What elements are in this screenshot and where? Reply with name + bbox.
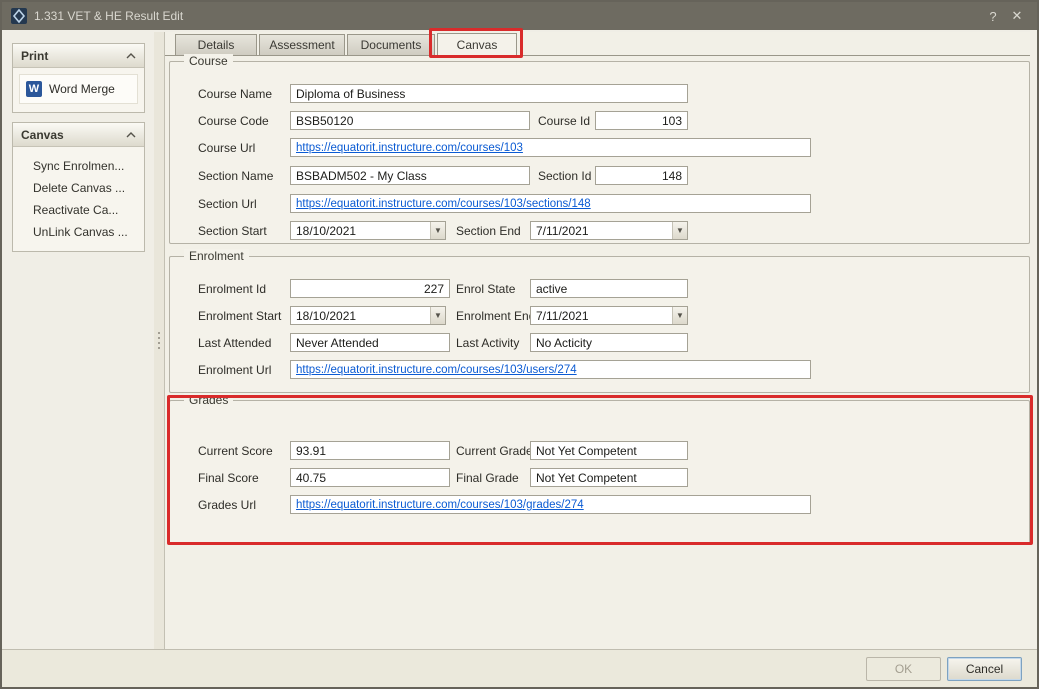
enrol-state-label: Enrol State: [456, 282, 515, 296]
print-panel: Print W Word Merge: [12, 43, 145, 113]
footer-bar: OK Cancel: [2, 649, 1037, 687]
course-url-link[interactable]: https://equatorit.instructure.com/course…: [296, 142, 523, 154]
grades-url-label: Grades Url: [198, 498, 256, 512]
current-grade-label: Current Grade: [456, 444, 533, 458]
window-title: 1.331 VET & HE Result Edit: [34, 9, 981, 23]
close-button[interactable]: ✕: [1005, 6, 1029, 26]
sidebar: Print W Word Merge Canvas Sync Enrolmen.…: [12, 43, 145, 261]
section-id-label: Section Id: [538, 169, 591, 183]
app-icon: [10, 8, 27, 25]
canvas-panel-title: Canvas: [21, 128, 64, 142]
main-area: Details Assessment Documents Canvas Cour…: [165, 32, 1030, 649]
current-score-label: Current Score: [198, 444, 273, 458]
canvas-panel: Canvas Sync Enrolmen... Delete Canvas ..…: [12, 122, 145, 252]
section-id-field[interactable]: [595, 166, 688, 185]
canvas-panel-header[interactable]: Canvas: [13, 123, 144, 147]
course-url-label: Course Url: [198, 141, 255, 155]
final-score-label: Final Score: [198, 471, 259, 485]
section-name-field[interactable]: [290, 166, 530, 185]
course-id-label: Course Id: [538, 114, 590, 128]
tab-documents[interactable]: Documents: [347, 34, 435, 55]
enrolment-start-label: Enrolment Start: [198, 309, 281, 323]
grades-group-caption: Grades: [184, 393, 233, 407]
section-name-label: Section Name: [198, 169, 273, 183]
sidebar-item-delete-canvas[interactable]: Delete Canvas ...: [19, 177, 138, 199]
help-button[interactable]: ?: [981, 6, 1005, 26]
enrolment-url-link[interactable]: https://equatorit.instructure.com/course…: [296, 364, 577, 376]
cancel-button[interactable]: Cancel: [947, 657, 1022, 681]
course-name-field[interactable]: [290, 84, 688, 103]
dropdown-arrow-icon[interactable]: ▼: [430, 222, 445, 239]
enrolment-end-label: Enrolment End: [456, 309, 535, 323]
splitter-handle[interactable]: [154, 32, 165, 649]
section-url-link[interactable]: https://equatorit.instructure.com/course…: [296, 198, 591, 210]
enrol-state-field[interactable]: [530, 279, 688, 298]
last-activity-field[interactable]: [530, 333, 688, 352]
last-attended-field[interactable]: [290, 333, 450, 352]
section-end-picker[interactable]: 7/11/2021 ▼: [530, 221, 688, 240]
word-merge-label: Word Merge: [49, 82, 115, 96]
dropdown-arrow-icon[interactable]: ▼: [430, 307, 445, 324]
course-code-field[interactable]: [290, 111, 530, 130]
enrolment-group-caption: Enrolment: [184, 249, 249, 263]
chevron-up-icon: [126, 132, 136, 138]
enrolment-group: Enrolment Enrolment Id Enrol State Enrol…: [169, 256, 1030, 393]
grades-url-field[interactable]: https://equatorit.instructure.com/course…: [290, 495, 811, 514]
enrolment-id-label: Enrolment Id: [198, 282, 266, 296]
word-icon: W: [26, 81, 42, 97]
title-bar: 1.331 VET & HE Result Edit ? ✕: [2, 2, 1037, 30]
course-name-label: Course Name: [198, 87, 272, 101]
chevron-up-icon: [126, 53, 136, 59]
sidebar-item-unlink-canvas[interactable]: UnLink Canvas ...: [19, 221, 138, 243]
grades-group: Grades Current Score Current Grade Final…: [169, 400, 1030, 544]
final-grade-label: Final Grade: [456, 471, 519, 485]
course-url-field[interactable]: https://equatorit.instructure.com/course…: [290, 138, 811, 157]
last-activity-label: Last Activity: [456, 336, 519, 350]
section-start-label: Section Start: [198, 224, 267, 238]
last-attended-label: Last Attended: [198, 336, 271, 350]
course-group-caption: Course: [184, 54, 233, 68]
section-url-field[interactable]: https://equatorit.instructure.com/course…: [290, 194, 811, 213]
tab-details[interactable]: Details: [175, 34, 257, 55]
current-grade-field[interactable]: [530, 441, 688, 460]
course-code-label: Course Code: [198, 114, 269, 128]
enrolment-end-picker[interactable]: 7/11/2021 ▼: [530, 306, 688, 325]
print-panel-title: Print: [21, 49, 48, 63]
canvas-tab-page: Course Course Name Course Code Course Id…: [165, 56, 1030, 649]
tab-assessment[interactable]: Assessment: [259, 34, 345, 55]
final-score-field[interactable]: [290, 468, 450, 487]
enrolment-url-label: Enrolment Url: [198, 363, 271, 377]
section-start-picker[interactable]: 18/10/2021 ▼: [290, 221, 446, 240]
sidebar-item-reactivate-canvas[interactable]: Reactivate Ca...: [19, 199, 138, 221]
enrolment-start-picker[interactable]: 18/10/2021 ▼: [290, 306, 446, 325]
tab-canvas[interactable]: Canvas: [437, 33, 517, 56]
grades-url-link[interactable]: https://equatorit.instructure.com/course…: [296, 499, 584, 511]
final-grade-field[interactable]: [530, 468, 688, 487]
word-merge-button[interactable]: W Word Merge: [19, 74, 138, 104]
section-end-label: Section End: [456, 224, 521, 238]
ok-button[interactable]: OK: [866, 657, 941, 681]
sidebar-item-sync-enrolments[interactable]: Sync Enrolmen...: [19, 155, 138, 177]
enrolment-url-field[interactable]: https://equatorit.instructure.com/course…: [290, 360, 811, 379]
dropdown-arrow-icon[interactable]: ▼: [672, 307, 687, 324]
dialog-window: 1.331 VET & HE Result Edit ? ✕ Print W W…: [0, 0, 1039, 689]
enrolment-id-field[interactable]: [290, 279, 450, 298]
course-id-field[interactable]: [595, 111, 688, 130]
current-score-field[interactable]: [290, 441, 450, 460]
print-panel-header[interactable]: Print: [13, 44, 144, 68]
course-group: Course Course Name Course Code Course Id…: [169, 61, 1030, 244]
tab-strip: Details Assessment Documents Canvas: [165, 33, 1030, 56]
dropdown-arrow-icon[interactable]: ▼: [672, 222, 687, 239]
section-url-label: Section Url: [198, 197, 257, 211]
